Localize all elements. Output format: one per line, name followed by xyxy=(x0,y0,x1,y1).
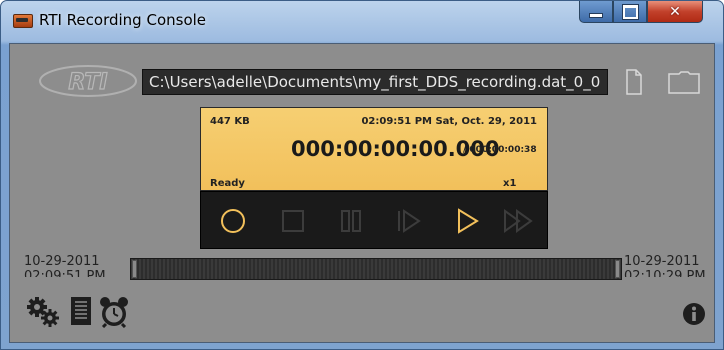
timeline-start: 10-29-2011 02:09:51 PM xyxy=(24,254,106,277)
info-icon[interactable] xyxy=(682,302,706,326)
notes-icon[interactable] xyxy=(70,296,92,326)
record-button[interactable] xyxy=(215,204,251,238)
stop-icon xyxy=(282,210,304,232)
fast-forward-icon xyxy=(504,209,533,233)
settings-icon[interactable] xyxy=(26,296,60,328)
recording-size: 447 KB xyxy=(210,116,250,127)
recorder-app-icon[interactable] xyxy=(13,14,33,28)
svg-text:RTI: RTI xyxy=(68,70,107,95)
app-window: RTI Recording Console ✕ RTI C:\Users\ade… xyxy=(0,0,724,350)
file-icon[interactable] xyxy=(626,69,642,95)
minimize-button[interactable] xyxy=(579,1,613,23)
timeline-end-time: 02:10:29 PM xyxy=(624,269,706,277)
step-button[interactable] xyxy=(391,204,427,238)
pause-button[interactable] xyxy=(333,204,369,238)
timeline-slider[interactable] xyxy=(130,258,622,280)
alarm-clock-icon[interactable] xyxy=(98,296,130,328)
stop-button[interactable] xyxy=(275,204,311,238)
playback-speed: x1 xyxy=(503,178,517,189)
play-button[interactable] xyxy=(449,204,485,238)
play-icon xyxy=(458,208,479,234)
current-clock: 02:09:51 PM Sat, Oct. 29, 2011 xyxy=(361,116,537,127)
timeline-end-handle[interactable] xyxy=(615,260,620,278)
close-button[interactable]: ✕ xyxy=(647,1,703,23)
close-icon: ✕ xyxy=(669,3,681,20)
timeline-start-time: 02:09:51 PM xyxy=(24,269,106,277)
status-text: Ready xyxy=(210,178,245,189)
transport-controls xyxy=(200,191,548,249)
window-title: RTI Recording Console xyxy=(39,11,207,29)
record-icon xyxy=(221,209,245,233)
timeline-start-handle[interactable] xyxy=(132,260,137,278)
title-bar[interactable]: RTI Recording Console ✕ xyxy=(1,1,724,43)
recording-file-path[interactable]: C:\Users\adelle\Documents\my_first_DDS_r… xyxy=(142,69,608,95)
timeline-end-date: 10-29-2011 xyxy=(624,254,700,269)
minimize-icon xyxy=(589,13,603,18)
maximize-icon xyxy=(621,3,639,20)
console-panel: RTI C:\Users\adelle\Documents\my_first_D… xyxy=(9,43,715,343)
timeline-start-date: 10-29-2011 xyxy=(24,254,100,269)
pause-icon xyxy=(341,210,361,232)
folder-icon[interactable] xyxy=(668,70,700,94)
fast-forward-button[interactable] xyxy=(501,204,537,238)
rti-logo: RTI xyxy=(39,65,137,97)
timeline-end: 10-29-2011 02:10:29 PM xyxy=(624,254,706,277)
maximize-button[interactable] xyxy=(613,1,647,23)
total-time: / 000:00:00:38 xyxy=(463,145,537,155)
step-icon xyxy=(398,209,421,233)
status-display: 447 KB 02:09:51 PM Sat, Oct. 29, 2011 00… xyxy=(200,107,548,191)
